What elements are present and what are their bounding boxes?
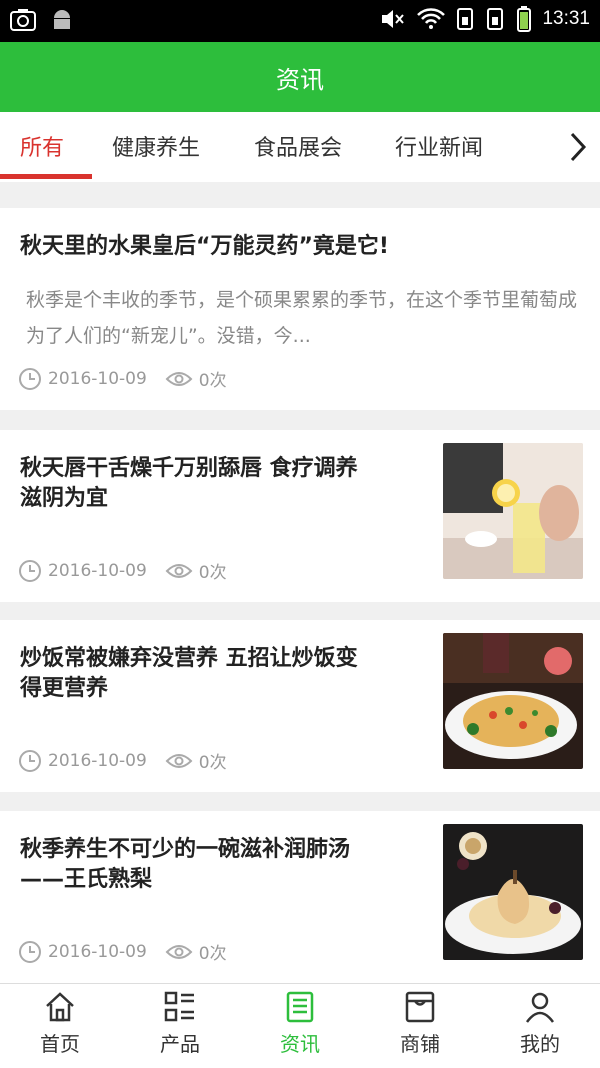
article-meta: 2016-10-09 0次	[18, 558, 227, 583]
nav-home[interactable]: 首页	[0, 990, 120, 1057]
eye-icon	[165, 563, 193, 578]
article-title-line: 炒饭常被嫌弃没营养 五招让炒饭变	[20, 646, 358, 671]
active-tab-indicator	[0, 174, 92, 179]
article-views: 0次	[198, 944, 227, 964]
article-thumbnail	[443, 443, 583, 579]
article-title-line: 得更营养	[20, 676, 109, 701]
nav-me-label: 我的	[520, 1032, 560, 1056]
tab-food-expo[interactable]: 食品展会	[254, 130, 342, 162]
article-views: 0次	[198, 371, 227, 391]
clock-icon	[19, 749, 41, 772]
eye-icon	[165, 371, 193, 386]
article-summary: 秋季是个丰收的季节，是个硕果累累的季节，在这个季节里葡萄成为了人们的“新宠儿”。…	[26, 289, 578, 347]
store-icon	[405, 991, 435, 1023]
nav-stores[interactable]: 商铺	[360, 990, 480, 1057]
article-date: 2016-10-09	[48, 750, 147, 771]
bottom-nav: 首页 产品 资讯 商铺 我的	[0, 983, 600, 1068]
android-icon	[54, 10, 70, 29]
user-icon	[525, 992, 555, 1023]
chevron-right-icon[interactable]	[566, 130, 590, 164]
nav-news[interactable]: 资讯	[240, 990, 360, 1057]
list-item[interactable]: 秋天唇干舌燥千万别舔唇 食疗调养 滋阴为宜 2016-10-09 0次	[0, 430, 600, 602]
article-meta: 2016-10-09 0次	[18, 366, 227, 391]
signal-sim1-icon	[457, 8, 474, 30]
app-bar: 资讯	[0, 42, 600, 112]
clock-icon	[19, 559, 41, 582]
nav-products-label: 产品	[160, 1032, 200, 1056]
clock-icon	[19, 367, 41, 390]
page-title: 资讯	[276, 65, 324, 94]
tab-industry-news[interactable]: 行业新闻	[395, 130, 483, 162]
home-icon	[46, 992, 74, 1022]
article-date: 2016-10-09	[48, 941, 147, 962]
article-title: 秋天唇干舌燥千万别舔唇 食疗调养 滋阴为宜	[20, 454, 420, 514]
eye-icon	[165, 753, 193, 768]
article-title: 秋季养生不可少的一碗滋补润肺汤 ——王氏熟梨	[20, 835, 420, 895]
signal-sim2-icon	[487, 8, 504, 30]
article-title-line: 滋阴为宜	[20, 486, 109, 511]
wifi-icon	[417, 8, 446, 29]
article-views: 0次	[198, 563, 227, 583]
article-meta: 2016-10-09 0次	[18, 939, 227, 964]
article-title: 炒饭常被嫌弃没营养 五招让炒饭变 得更营养	[20, 644, 420, 704]
screenshot-icon	[10, 9, 36, 31]
eye-icon	[165, 944, 193, 959]
status-bar: 13:31	[0, 0, 600, 42]
nav-home-label: 首页	[40, 1032, 80, 1056]
clock-icon	[19, 940, 41, 963]
nav-me[interactable]: 我的	[480, 990, 600, 1057]
article-thumbnail	[443, 824, 583, 960]
nav-stores-label: 商铺	[400, 1032, 440, 1056]
nav-products[interactable]: 产品	[120, 990, 240, 1057]
tab-all[interactable]: 所有	[20, 130, 64, 162]
battery-icon	[517, 6, 532, 32]
list-item[interactable]: 秋季养生不可少的一碗滋补润肺汤 ——王氏熟梨 2016-10-09 0次	[0, 811, 600, 983]
article-meta: 2016-10-09 0次	[18, 748, 227, 773]
article-title-line: 秋天唇干舌燥千万别舔唇 食疗调养	[20, 456, 358, 481]
article-views: 0次	[198, 753, 227, 773]
list-item[interactable]: 炒饭常被嫌弃没营养 五招让炒饭变 得更营养 2016-10-09 0次	[0, 620, 600, 792]
mute-icon	[382, 10, 405, 28]
category-tabs: 所有 健康养生 食品展会 行业新闻	[0, 112, 600, 182]
list-item[interactable]: 秋天里的水果皇后“万能灵药”竟是它! 秋季是个丰收的季节，是个硕果累累的季节，在…	[0, 208, 600, 410]
grid-list-icon	[164, 991, 194, 1022]
article-title: 秋天里的水果皇后“万能灵药”竟是它!	[20, 234, 389, 259]
news-icon	[286, 991, 314, 1023]
tab-health[interactable]: 健康养生	[112, 130, 200, 162]
article-thumbnail	[443, 633, 583, 769]
article-title-line: 秋季养生不可少的一碗滋补润肺汤	[20, 837, 351, 862]
article-date: 2016-10-09	[48, 368, 147, 389]
article-title-line: ——王氏熟梨	[20, 867, 153, 892]
nav-news-label: 资讯	[280, 1032, 320, 1056]
status-time: 13:31	[542, 8, 590, 29]
article-date: 2016-10-09	[48, 560, 147, 581]
